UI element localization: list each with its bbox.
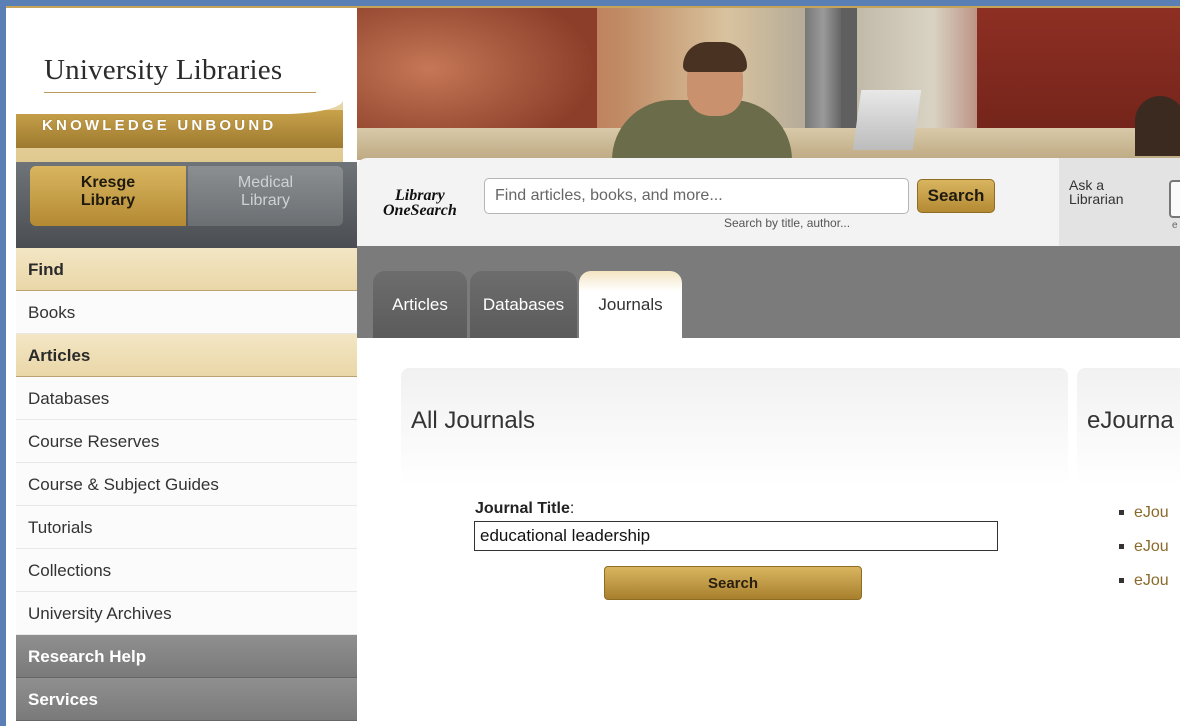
ejournals-title: eJourna <box>1087 407 1174 434</box>
sidebar-item-tutorials[interactable]: Tutorials <box>16 506 357 549</box>
left-column: University Libraries KNOWLEDGE UNBOUND K… <box>6 8 357 726</box>
ask-librarian-link[interactable]: Ask a Librarian <box>1069 178 1123 206</box>
sidebar-item-university-archives[interactable]: University Archives <box>16 592 357 635</box>
bullet-icon <box>1119 510 1124 516</box>
sidebar-item-services[interactable]: Services <box>16 678 357 721</box>
all-journals-panel: All Journals <box>401 368 1068 486</box>
tab-articles[interactable]: Articles <box>373 271 467 338</box>
kresge-library-button[interactable]: Kresge Library <box>30 166 186 226</box>
ejournals-list: eJou eJou eJou <box>1119 504 1169 606</box>
ejournals-panel: eJourna <box>1077 368 1180 486</box>
sidebar-nav: Find Books Articles Databases Course Res… <box>16 248 357 721</box>
bullet-icon <box>1119 544 1124 550</box>
list-item[interactable]: eJou <box>1119 504 1169 538</box>
list-item[interactable]: eJou <box>1119 572 1169 606</box>
journal-title-input[interactable] <box>474 521 998 551</box>
sidebar-item-books[interactable]: Books <box>16 291 357 334</box>
tab-databases[interactable]: Databases <box>470 271 577 338</box>
tab-journals[interactable]: Journals <box>579 271 682 338</box>
medical-library-button[interactable]: Medical Library <box>188 166 343 226</box>
sidebar-item-find[interactable]: Find <box>16 248 357 291</box>
device-icon-caption: e <box>1172 220 1178 231</box>
onesearch-search-button[interactable]: Search <box>917 179 995 213</box>
search-tabs: Articles Databases Journals <box>357 246 1180 338</box>
logo-tagline: KNOWLEDGE UNBOUND <box>42 117 277 134</box>
list-item[interactable]: eJou <box>1119 538 1169 572</box>
main-content: All Journals eJourna Journal Title: Sear… <box>357 338 1180 726</box>
sidebar-item-collections[interactable]: Collections <box>16 549 357 592</box>
onesearch-bar: Library OneSearch Search Search by title… <box>357 158 1180 246</box>
sidebar-item-course-subject-guides[interactable]: Course & Subject Guides <box>16 463 357 506</box>
sidebar-item-research-help[interactable]: Research Help <box>16 635 357 678</box>
onesearch-input[interactable] <box>484 178 909 214</box>
site-logo[interactable]: University Libraries KNOWLEDGE UNBOUND <box>16 14 343 162</box>
bullet-icon <box>1119 578 1124 584</box>
onesearch-hint: Search by title, author... <box>724 216 851 230</box>
sidebar-item-databases[interactable]: Databases <box>16 377 357 420</box>
logo-title: University Libraries <box>44 54 283 86</box>
all-journals-title: All Journals <box>411 407 536 434</box>
library-switcher: Kresge Library Medical Library <box>16 162 357 248</box>
device-icon[interactable] <box>1169 180 1180 218</box>
journal-title-label: Journal Title: <box>475 500 575 517</box>
browser-page: University Libraries KNOWLEDGE UNBOUND K… <box>6 6 1180 726</box>
logo-underline <box>44 92 316 93</box>
ask-librarian-area: Ask a Librarian e <box>1059 158 1180 246</box>
banner-photo <box>357 8 1180 160</box>
sidebar-item-course-reserves[interactable]: Course Reserves <box>16 420 357 463</box>
journal-search-button[interactable]: Search <box>604 566 862 600</box>
onesearch-logo: Library OneSearch <box>383 187 457 219</box>
sidebar-item-articles[interactable]: Articles <box>16 334 357 377</box>
